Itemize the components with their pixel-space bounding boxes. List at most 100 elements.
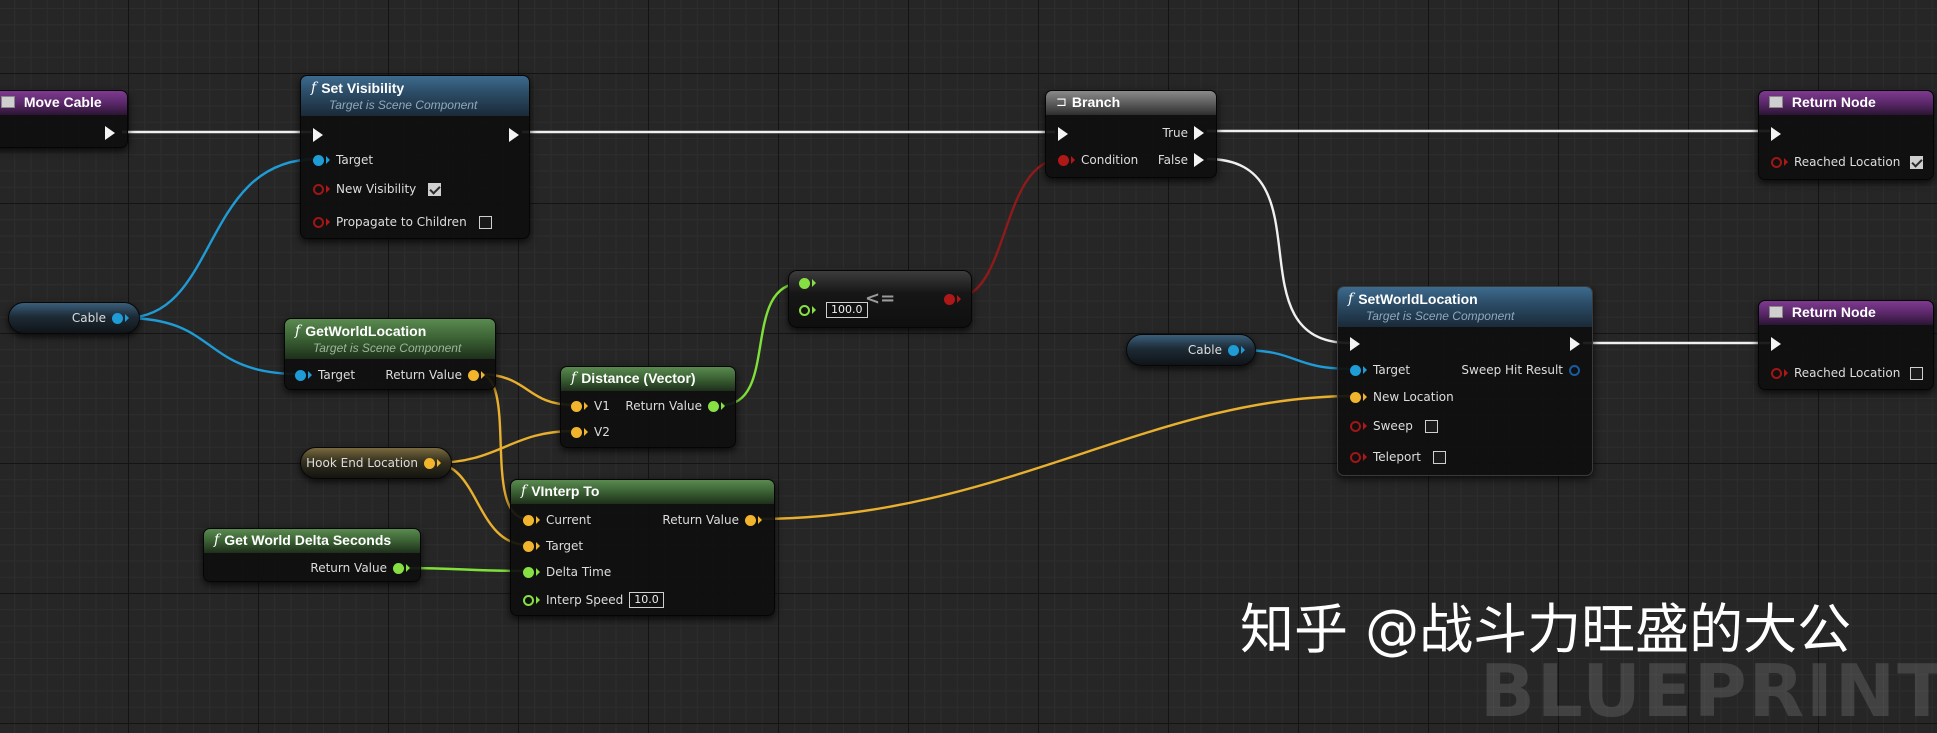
false-exec-pin[interactable] [1194,153,1204,167]
distance-vector-header[interactable]: f Distance (Vector) [561,367,735,391]
condition-pin[interactable] [1058,154,1069,166]
exec-in-pin[interactable] [313,128,323,142]
sweep-pin[interactable] [1350,420,1361,432]
target-pin[interactable] [1350,364,1361,376]
cable-variable-2[interactable]: Cable [1126,334,1256,366]
set-world-location-title: SetWorldLocation [1358,291,1478,307]
result-pin[interactable] [944,293,955,305]
vector-wire-vinterp-to-newlocation [756,394,1355,521]
new-location-pin[interactable] [1350,391,1361,403]
target-label: Target [336,153,374,167]
set-world-location-node[interactable]: f SetWorldLocation Target is Scene Compon… [1337,286,1593,476]
reached-location-pin[interactable] [1771,367,1782,379]
vinterp-to-node[interactable]: f VInterp To Current Return Value Target … [510,479,775,616]
reached-location-checkbox[interactable] [1910,155,1924,169]
set-visibility-header[interactable]: f Set Visibility Target is Scene Componen… [301,76,529,116]
cable-out-pin[interactable] [112,312,123,324]
less-equal-node[interactable]: 100.0 <= [788,270,972,328]
vinterp-to-title: VInterp To [531,483,600,499]
v1-label: V1 [594,399,610,413]
reached-location-checkbox[interactable] [1910,366,1924,380]
move-cable-header[interactable]: Move Cable [0,91,127,115]
return-node-1[interactable]: Return Node Reached Location [1758,90,1934,180]
function-icon: f [311,80,317,96]
return-value-pin[interactable] [393,562,404,574]
exec-out-pin[interactable] [105,126,115,140]
delta-time-label: Delta Time [546,565,612,579]
branch-header[interactable]: ⊐ Branch [1046,91,1216,115]
branch-node[interactable]: ⊐ Branch True Condition False [1045,90,1217,178]
return-value-label: Return Value [385,368,462,382]
interp-speed-value-box[interactable]: 10.0 [629,592,664,608]
new-visibility-checkbox[interactable] [428,182,442,196]
get-world-delta-seconds-header[interactable]: f Get World Delta Seconds [204,529,420,553]
set-visibility-subtitle: Target is Scene Component [329,98,478,112]
teleport-checkbox[interactable] [1433,450,1446,464]
vinterp-to-header[interactable]: f VInterp To [511,480,774,504]
get-world-location-node[interactable]: f GetWorldLocation Target is Scene Compon… [284,318,496,390]
true-exec-pin[interactable] [1194,126,1204,140]
return-node-2[interactable]: Return Node Reached Location [1758,300,1934,390]
exec-out-pin[interactable] [1570,337,1580,351]
branch-title: Branch [1071,94,1121,110]
exec-in-pin[interactable] [1771,337,1781,351]
new-visibility-label: New Visibility [336,182,417,196]
cable-out-pin[interactable] [1228,344,1239,356]
v2-label: V2 [594,425,610,439]
new-visibility-pin[interactable] [313,183,324,195]
zhihu-watermark: 知乎 @战斗力旺盛的大公 [1240,598,1852,661]
distance-vector-title: Distance (Vector) [581,370,696,386]
cable-variable-1[interactable]: Cable [8,302,140,334]
function-return-icon [1769,96,1783,108]
sweep-hit-result-pin[interactable] [1569,364,1580,376]
cable-variable-label: Cable [1187,343,1222,357]
exec-wire-false-to-setworld [1206,157,1351,345]
distance-vector-node[interactable]: f Distance (Vector) V1 Return Value V2 [560,366,736,448]
propagate-pin[interactable] [313,216,324,228]
less-equal-operator: <= [865,288,896,309]
reached-location-label: Reached Location [1794,366,1901,380]
function-icon: f [295,323,301,339]
propagate-checkbox[interactable] [478,215,492,229]
v1-pin[interactable] [571,400,582,412]
b-input-pin[interactable] [799,304,810,316]
return-value-pin[interactable] [708,400,719,412]
exec-out-pin[interactable] [509,128,519,142]
move-cable-node[interactable]: Move Cable [0,90,128,148]
exec-in-pin[interactable] [1350,337,1360,351]
teleport-label: Teleport [1373,450,1421,464]
target-pin[interactable] [523,540,534,552]
hook-end-location-label: Hook End Location [306,456,418,470]
compare-value-box[interactable]: 100.0 [826,302,868,318]
reached-location-pin[interactable] [1771,156,1782,168]
true-label: True [1162,126,1189,140]
return-value-pin[interactable] [745,514,756,526]
teleport-pin[interactable] [1350,451,1361,463]
delta-time-pin[interactable] [523,566,534,578]
false-label: False [1157,153,1188,167]
target-pin[interactable] [295,369,306,381]
target-label: Target [1373,363,1411,377]
v2-pin[interactable] [571,426,582,438]
exec-in-pin[interactable] [1771,127,1781,141]
branch-icon: ⊐ [1056,94,1067,110]
return-value-pin[interactable] [468,369,479,381]
hook-end-location-out-pin[interactable] [424,457,435,469]
get-world-location-header[interactable]: f GetWorldLocation Target is Scene Compon… [285,319,495,359]
current-pin[interactable] [523,514,534,526]
set-world-location-header[interactable]: f SetWorldLocation Target is Scene Compon… [1338,287,1592,327]
object-wire-cable-to-visibility [124,157,318,320]
sweep-checkbox[interactable] [1424,419,1438,433]
a-input-pin[interactable] [799,277,810,289]
return-node-1-header[interactable]: Return Node [1759,91,1933,115]
set-visibility-node[interactable]: f Set Visibility Target is Scene Componen… [300,75,530,239]
get-world-delta-seconds-node[interactable]: f Get World Delta Seconds Return Value [203,528,421,582]
target-pin[interactable] [313,154,324,166]
return-value-label: Return Value [310,561,387,575]
exec-in-pin[interactable] [1058,127,1068,141]
get-world-location-title: GetWorldLocation [305,323,427,339]
return-node-2-header[interactable]: Return Node [1759,301,1933,325]
interp-speed-pin[interactable] [523,594,534,606]
function-entry-icon [1,96,15,108]
hook-end-location-variable[interactable]: Hook End Location [300,447,452,479]
